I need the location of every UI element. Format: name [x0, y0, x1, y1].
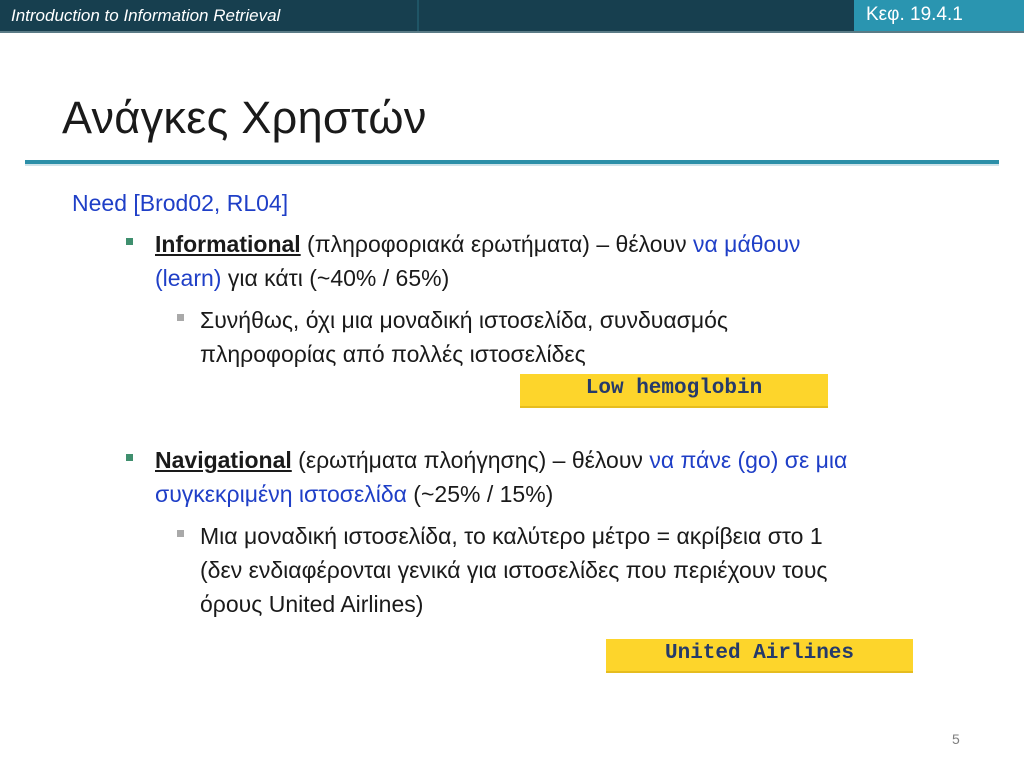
navigational-sub-line3: όρους United Airlines)	[200, 591, 424, 617]
header-bar: Introduction to Information Retrieval Κε…	[0, 0, 1024, 33]
chapter-ref: Κεφ. 19.4.1	[866, 4, 963, 25]
example-query-informational: Low hemoglobin	[520, 374, 828, 408]
bullet-navigational	[126, 454, 133, 461]
slide-title: Ανάγκες Χρηστών	[62, 92, 427, 143]
navigational-target: συγκεκριμένη ιστοσελίδα	[155, 481, 407, 507]
chapter-box: Κεφ. 19.4.1	[854, 0, 1024, 31]
informational-share: για κάτι (~40% / 65%)	[221, 265, 450, 291]
informational-line2: (learn) για κάτι (~40% / 65%)	[155, 261, 449, 295]
title-rule-shadow	[25, 164, 999, 166]
slide: Introduction to Information Retrieval Κε…	[0, 0, 1024, 768]
example-query-navigational: United Airlines	[606, 639, 913, 673]
course-title: Introduction to Information Retrieval	[11, 6, 281, 25]
informational-highlight: να μάθουν	[693, 231, 801, 257]
header-underline	[0, 31, 1024, 33]
bullet-informational-sub	[177, 314, 184, 321]
informational-term: Informational	[155, 231, 301, 257]
navigational-highlight: να πάνε (go) σε μια	[649, 447, 848, 473]
navigational-term: Navigational	[155, 447, 292, 473]
header-divider	[417, 0, 419, 33]
informational-line1: Informational (πληροφοριακά ερωτήματα) –…	[155, 227, 800, 261]
navigational-desc: (ερωτήματα πλοήγησης) – θέλουν	[291, 447, 650, 473]
informational-desc: (πληροφοριακά ερωτήματα) – θέλουν	[300, 231, 693, 257]
informational-learn: (learn)	[155, 265, 222, 291]
informational-sub-line1: Συνήθως, όχι μια μοναδική ιστοσελίδα, συ…	[200, 307, 729, 333]
navigational-line1: Navigational (ερωτήματα πλοήγησης) – θέλ…	[155, 443, 847, 477]
informational-sub-line2: πληροφορίας από πολλές ιστοσελίδες	[200, 341, 586, 367]
page-number: 5	[952, 731, 960, 747]
navigational-share: (~25% / 15%)	[406, 481, 554, 507]
bullet-informational	[126, 238, 133, 245]
need-line: Need [Brod02, RL04]	[72, 190, 289, 216]
navigational-sub-line2: (δεν ενδιαφέρονται γενικά για ιστοσελίδε…	[200, 557, 828, 583]
navigational-line2: συγκεκριμένη ιστοσελίδα (~25% / 15%)	[155, 477, 553, 511]
bullet-navigational-sub	[177, 530, 184, 537]
navigational-sub-line1: Μια μοναδική ιστοσελίδα, το καλύτερο μέτ…	[200, 523, 823, 549]
